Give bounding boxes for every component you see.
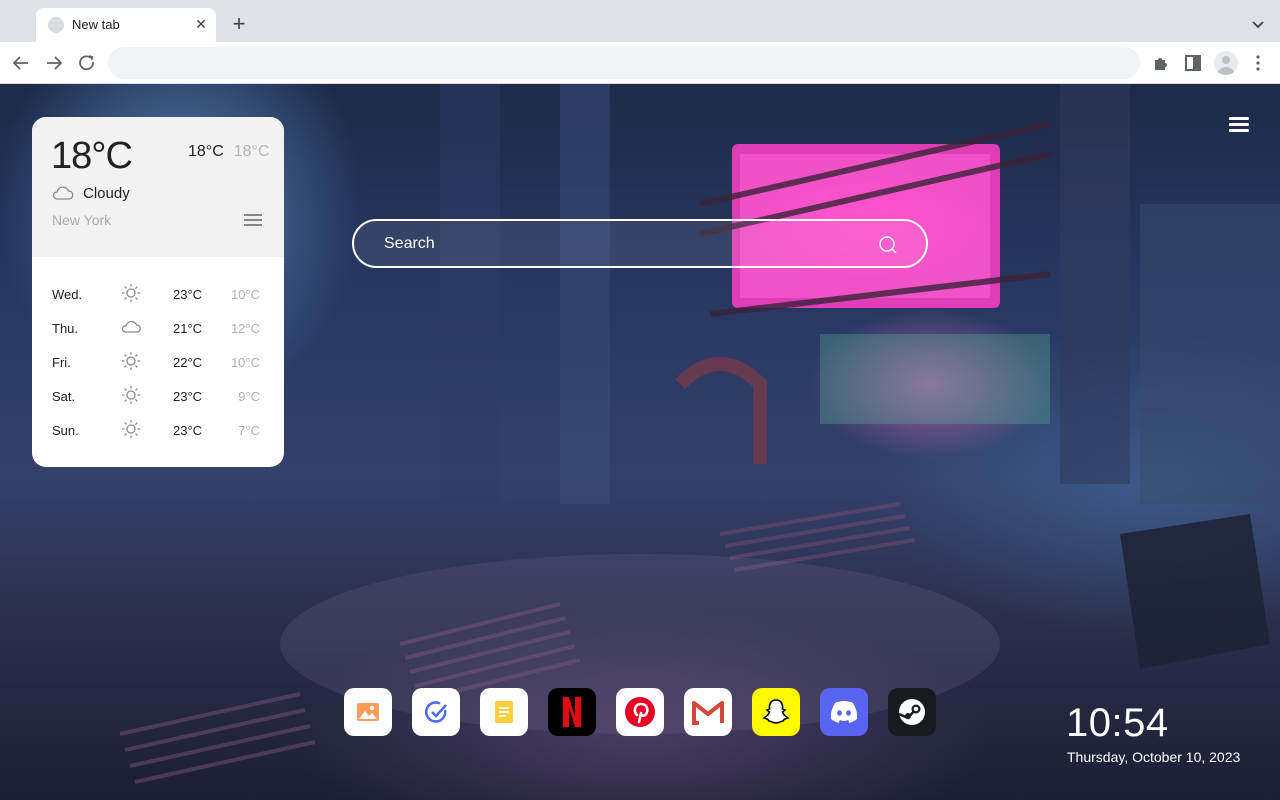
forecast-day: Thu. <box>52 321 79 336</box>
forecast-low: 10°C <box>230 287 260 302</box>
weather-city: New York <box>52 212 112 228</box>
today-high-low: 18°C 18°C <box>188 143 270 161</box>
dock-item-steam[interactable] <box>888 688 936 736</box>
sun-icon <box>120 350 142 372</box>
current-temperature: 18°C <box>51 135 133 177</box>
search-icon[interactable] <box>878 235 898 255</box>
weather-condition: Cloudy <box>83 185 130 202</box>
today-low: 18°C <box>233 143 270 160</box>
more-vert-icon[interactable] <box>1246 51 1270 75</box>
forward-arrow-icon[interactable] <box>42 51 66 75</box>
forecast-high: 22°C <box>173 355 203 370</box>
person-icon <box>1217 56 1235 75</box>
forecast-day: Wed. <box>52 287 83 302</box>
forecast-row: Fri. 22°C 10°C <box>32 345 284 379</box>
clock-time: 10:54 <box>1066 701 1169 745</box>
forecast-high: 23°C <box>173 389 203 404</box>
sun-icon <box>120 282 142 304</box>
dock-item-photos[interactable] <box>344 688 392 736</box>
forecast-high: 21°C <box>173 321 203 336</box>
extensions-icon[interactable] <box>1149 51 1173 75</box>
sun-icon <box>120 418 142 440</box>
browser-toolbar <box>0 42 1280 84</box>
forecast-row: Thu. 21°C 12°C <box>32 311 284 345</box>
forecast-list: Wed. 23°C 10°C Thu. 21°C 12°C Fri. 22°C 10°C Sat.… <box>32 277 284 447</box>
dock-item-notes[interactable] <box>480 688 528 736</box>
tab-title: New tab <box>72 17 120 32</box>
discord-icon <box>830 701 858 723</box>
forecast-low: 12°C <box>230 321 260 336</box>
forecast-row: Wed. 23°C 10°C <box>32 277 284 311</box>
plus-icon[interactable]: + <box>229 13 249 35</box>
side-panel-icon[interactable] <box>1181 51 1205 75</box>
address-input[interactable] <box>124 53 1124 73</box>
chevron-down-icon[interactable] <box>1248 14 1268 34</box>
close-icon[interactable]: ✕ <box>192 15 210 33</box>
dock-item-gmail[interactable] <box>684 688 732 736</box>
tab-favicon-icon <box>48 17 64 33</box>
photo-icon <box>357 703 379 721</box>
forecast-day: Sat. <box>52 389 76 404</box>
profile-avatar[interactable] <box>1214 51 1238 75</box>
weather-menu-icon[interactable] <box>244 214 262 228</box>
dock-item-discord[interactable] <box>820 688 868 736</box>
clock-date: Thursday, October 10, 2023 <box>1067 749 1241 765</box>
check-circle-icon <box>424 701 447 723</box>
forecast-low: 9°C <box>238 389 260 404</box>
reload-icon[interactable] <box>75 51 99 75</box>
snapchat-icon <box>762 699 790 724</box>
back-arrow-icon[interactable] <box>9 51 33 75</box>
forecast-low: 10°C <box>230 355 260 370</box>
today-high: 18°C <box>188 143 224 160</box>
sun-icon <box>120 384 142 406</box>
cloud-icon <box>120 316 142 338</box>
note-icon <box>495 701 513 723</box>
gmail-icon <box>692 701 724 725</box>
forecast-high: 23°C <box>173 287 203 302</box>
cloud-icon <box>52 186 74 200</box>
tab-new-tab[interactable]: New tab ✕ <box>36 8 216 42</box>
tab-strip: New tab ✕ + <box>0 0 1280 42</box>
pinterest-icon <box>625 697 655 727</box>
forecast-low: 7°C <box>238 423 260 438</box>
dock-item-snapchat[interactable] <box>752 688 800 736</box>
search-bar[interactable]: Search <box>352 219 928 268</box>
address-bar[interactable] <box>108 47 1140 79</box>
steam-icon <box>898 699 925 725</box>
menu-icon[interactable] <box>1229 117 1249 133</box>
dock-item-pinterest[interactable] <box>616 688 664 736</box>
new-tab-page: 18°C 18°C 18°C Cloudy New York Wed. 23°C 10… <box>0 84 1280 800</box>
forecast-day: Fri. <box>52 355 71 370</box>
dock-item-netflix[interactable] <box>548 688 596 736</box>
netflix-icon <box>563 697 581 727</box>
forecast-high: 23°C <box>173 423 203 438</box>
forecast-day: Sun. <box>52 423 79 438</box>
weather-widget[interactable]: 18°C 18°C 18°C Cloudy New York Wed. 23°C 10… <box>32 117 284 467</box>
forecast-row: Sun. 23°C 7°C <box>32 413 284 447</box>
weather-current: 18°C 18°C 18°C Cloudy New York <box>32 117 284 257</box>
search-input[interactable]: Search <box>384 235 435 253</box>
forecast-row: Sat. 23°C 9°C <box>32 379 284 413</box>
dock-item-tasks[interactable] <box>412 688 460 736</box>
